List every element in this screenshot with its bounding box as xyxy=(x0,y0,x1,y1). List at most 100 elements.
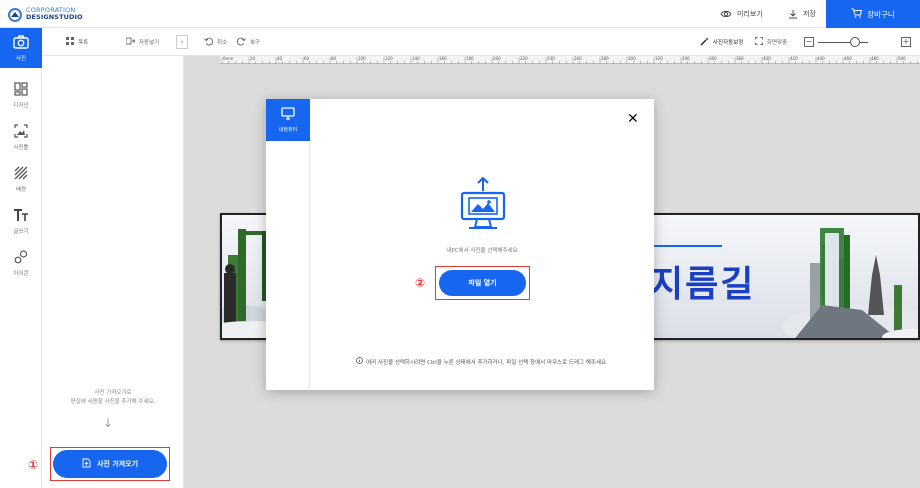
dialog-note-text: 여러 사진을 선택하시려면 Ctrl을 누른 상태에서 추가하거나, 파일 선택… xyxy=(366,359,608,366)
ruler-label: 240 xyxy=(547,56,555,61)
upload-dialog: 내컴퓨터 ✕ 내PC에서 사진을 선택해주세요 여러 사진을 선택하시려면 Ct… xyxy=(266,99,654,390)
app-header: CORPORATION DESIGNSTUDIO 미리보기 저장 장바구니 xyxy=(0,0,920,28)
redo-icon xyxy=(236,37,246,48)
plus-icon: + xyxy=(902,37,910,46)
ruler-label: 440 xyxy=(817,56,825,61)
auto-fill-icon xyxy=(125,37,136,47)
step-badge-2: ② xyxy=(415,276,426,290)
ruler-label: 140 xyxy=(412,56,420,61)
import-photo-button[interactable]: 사진 가져오기 xyxy=(53,450,167,478)
undo-label: 취소 xyxy=(217,40,228,46)
ruler-label: 380 xyxy=(736,56,744,61)
fit-screen-button[interactable]: 화면맞춤 xyxy=(755,28,787,56)
pattern-icon xyxy=(14,166,28,182)
ruler-label: 420 xyxy=(790,56,798,61)
ruler-label: 100 xyxy=(358,56,366,61)
ruler-label: 220 xyxy=(520,56,528,61)
zoom-slider-track[interactable] xyxy=(818,42,868,43)
rail-label-photo: 사진 xyxy=(15,55,27,62)
monitor-icon xyxy=(281,107,295,122)
banner-headline[interactable]: 지름길 xyxy=(650,255,755,307)
ruler-label: 20 xyxy=(250,56,256,61)
tab-my-computer-label: 내컴퓨터 xyxy=(278,127,298,133)
cart-button[interactable]: 장바구니 xyxy=(826,0,920,28)
auto-fill-label: 자동넣기 xyxy=(139,40,160,46)
ruler-label: 300 xyxy=(628,56,636,61)
ruler-label: 160 xyxy=(439,56,447,61)
ruler-label: 260 xyxy=(574,56,582,61)
auto-correct-button[interactable]: 사진자동보정 xyxy=(700,28,743,56)
zoom-in-button[interactable]: + xyxy=(901,37,911,47)
ruler-left xyxy=(184,64,192,488)
rail-label-icon: 아이콘 xyxy=(13,270,29,277)
tool-rail: 사진 디자인 사진틀 배경 글쓰기 아이콘 xyxy=(0,28,42,488)
ruler-label: 200 xyxy=(493,56,501,61)
undo-button[interactable]: 취소 xyxy=(204,28,227,56)
rail-item-photo[interactable]: 사진 xyxy=(0,28,42,68)
preview-button[interactable]: 미리보기 xyxy=(720,0,763,28)
rail-item-frame[interactable]: 사진틀 xyxy=(0,117,42,157)
list-button[interactable]: 목록 xyxy=(66,28,88,56)
magic-wand-icon xyxy=(700,37,709,48)
layout-icon xyxy=(14,81,28,98)
file-import-icon xyxy=(82,458,91,470)
fit-screen-icon xyxy=(755,37,763,47)
fit-screen-label: 화면맞춤 xyxy=(767,40,788,46)
ruler-label: 120 xyxy=(385,56,393,61)
ruler-label: 180 xyxy=(466,56,474,61)
panel-hint-line2: 편집에 사용할 사진을 추가해 주세요. xyxy=(70,399,156,405)
ruler-label: 460 xyxy=(844,56,852,61)
minus-icon: − xyxy=(805,37,813,46)
redo-label: 복구 xyxy=(250,40,261,46)
zoom-slider-handle[interactable] xyxy=(850,37,860,47)
frame-icon xyxy=(14,123,28,140)
dialog-note: 여러 사진을 선택하시려면 Ctrl을 누른 상태에서 추가하거나, 파일 선택… xyxy=(310,357,654,366)
rail-label-text: 글쓰기 xyxy=(13,228,29,235)
undo-icon xyxy=(204,37,214,48)
text-icon xyxy=(13,208,29,224)
ruler-label: 360 xyxy=(709,56,717,61)
save-button[interactable]: 저장 xyxy=(788,0,816,28)
ruler-top: 0mm 20 40 60 80 100 120 140 160 180 200 220 240 260 28… xyxy=(220,56,920,64)
ruler-label: 60 xyxy=(304,56,310,61)
dialog-description: 내PC에서 사진을 선택해주세요 xyxy=(446,248,518,254)
step-badge-1: ① xyxy=(28,458,39,472)
panel-hint: 사진 가져오기로 편집에 사용할 사진을 추가해 주세요. xyxy=(42,389,184,407)
dialog-source-tabs: 내컴퓨터 xyxy=(266,99,310,390)
zoom-out-button[interactable]: − xyxy=(804,37,814,47)
preview-label: 미리보기 xyxy=(737,10,763,18)
tab-my-computer[interactable]: 내컴퓨터 xyxy=(266,99,310,141)
ruler-label: 280 xyxy=(601,56,609,61)
shapes-icon xyxy=(14,249,28,266)
logo-line2: DESIGNSTUDIO xyxy=(26,13,83,21)
ruler-label: 500 xyxy=(898,56,906,61)
panel-hint-line1: 사진 가져오기로 xyxy=(94,390,132,396)
ruler-label: 80 xyxy=(331,56,337,61)
chevron-left-icon: ‹ xyxy=(180,38,184,46)
photo-panel: 사진 가져오기로 편집에 사용할 사진을 추가해 주세요. ↓ 사진 가져오기 xyxy=(42,28,184,488)
rail-item-text[interactable]: 글쓰기 xyxy=(0,201,42,241)
rail-item-background[interactable]: 배경 xyxy=(0,159,42,199)
ruler-label: 480 xyxy=(871,56,879,61)
camera-icon xyxy=(13,34,29,51)
close-icon[interactable]: ✕ xyxy=(627,111,639,127)
ruler-label: 40 xyxy=(277,56,283,61)
eye-icon xyxy=(720,10,732,18)
list-label: 목록 xyxy=(78,40,89,46)
ruler-label: 400 xyxy=(763,56,771,61)
logo-mark-icon xyxy=(8,7,22,22)
logo[interactable]: CORPORATION DESIGNSTUDIO xyxy=(8,5,83,23)
redo-button[interactable]: 복구 xyxy=(236,28,261,56)
rail-item-design[interactable]: 디자인 xyxy=(0,75,42,115)
save-label: 저장 xyxy=(803,10,816,18)
download-icon xyxy=(788,9,798,19)
rail-item-icon[interactable]: 아이콘 xyxy=(0,243,42,283)
ruler-label: 0mm xyxy=(223,56,234,61)
info-icon xyxy=(356,357,364,366)
arrow-down-icon: ↓ xyxy=(103,416,114,430)
cart-label: 장바구니 xyxy=(867,9,895,19)
open-file-button[interactable]: 파일 열기 xyxy=(439,270,526,296)
collapse-panel-button[interactable]: ‹ xyxy=(176,35,188,49)
auto-fill-button[interactable]: 자동넣기 xyxy=(125,28,160,56)
cart-icon xyxy=(851,8,863,20)
